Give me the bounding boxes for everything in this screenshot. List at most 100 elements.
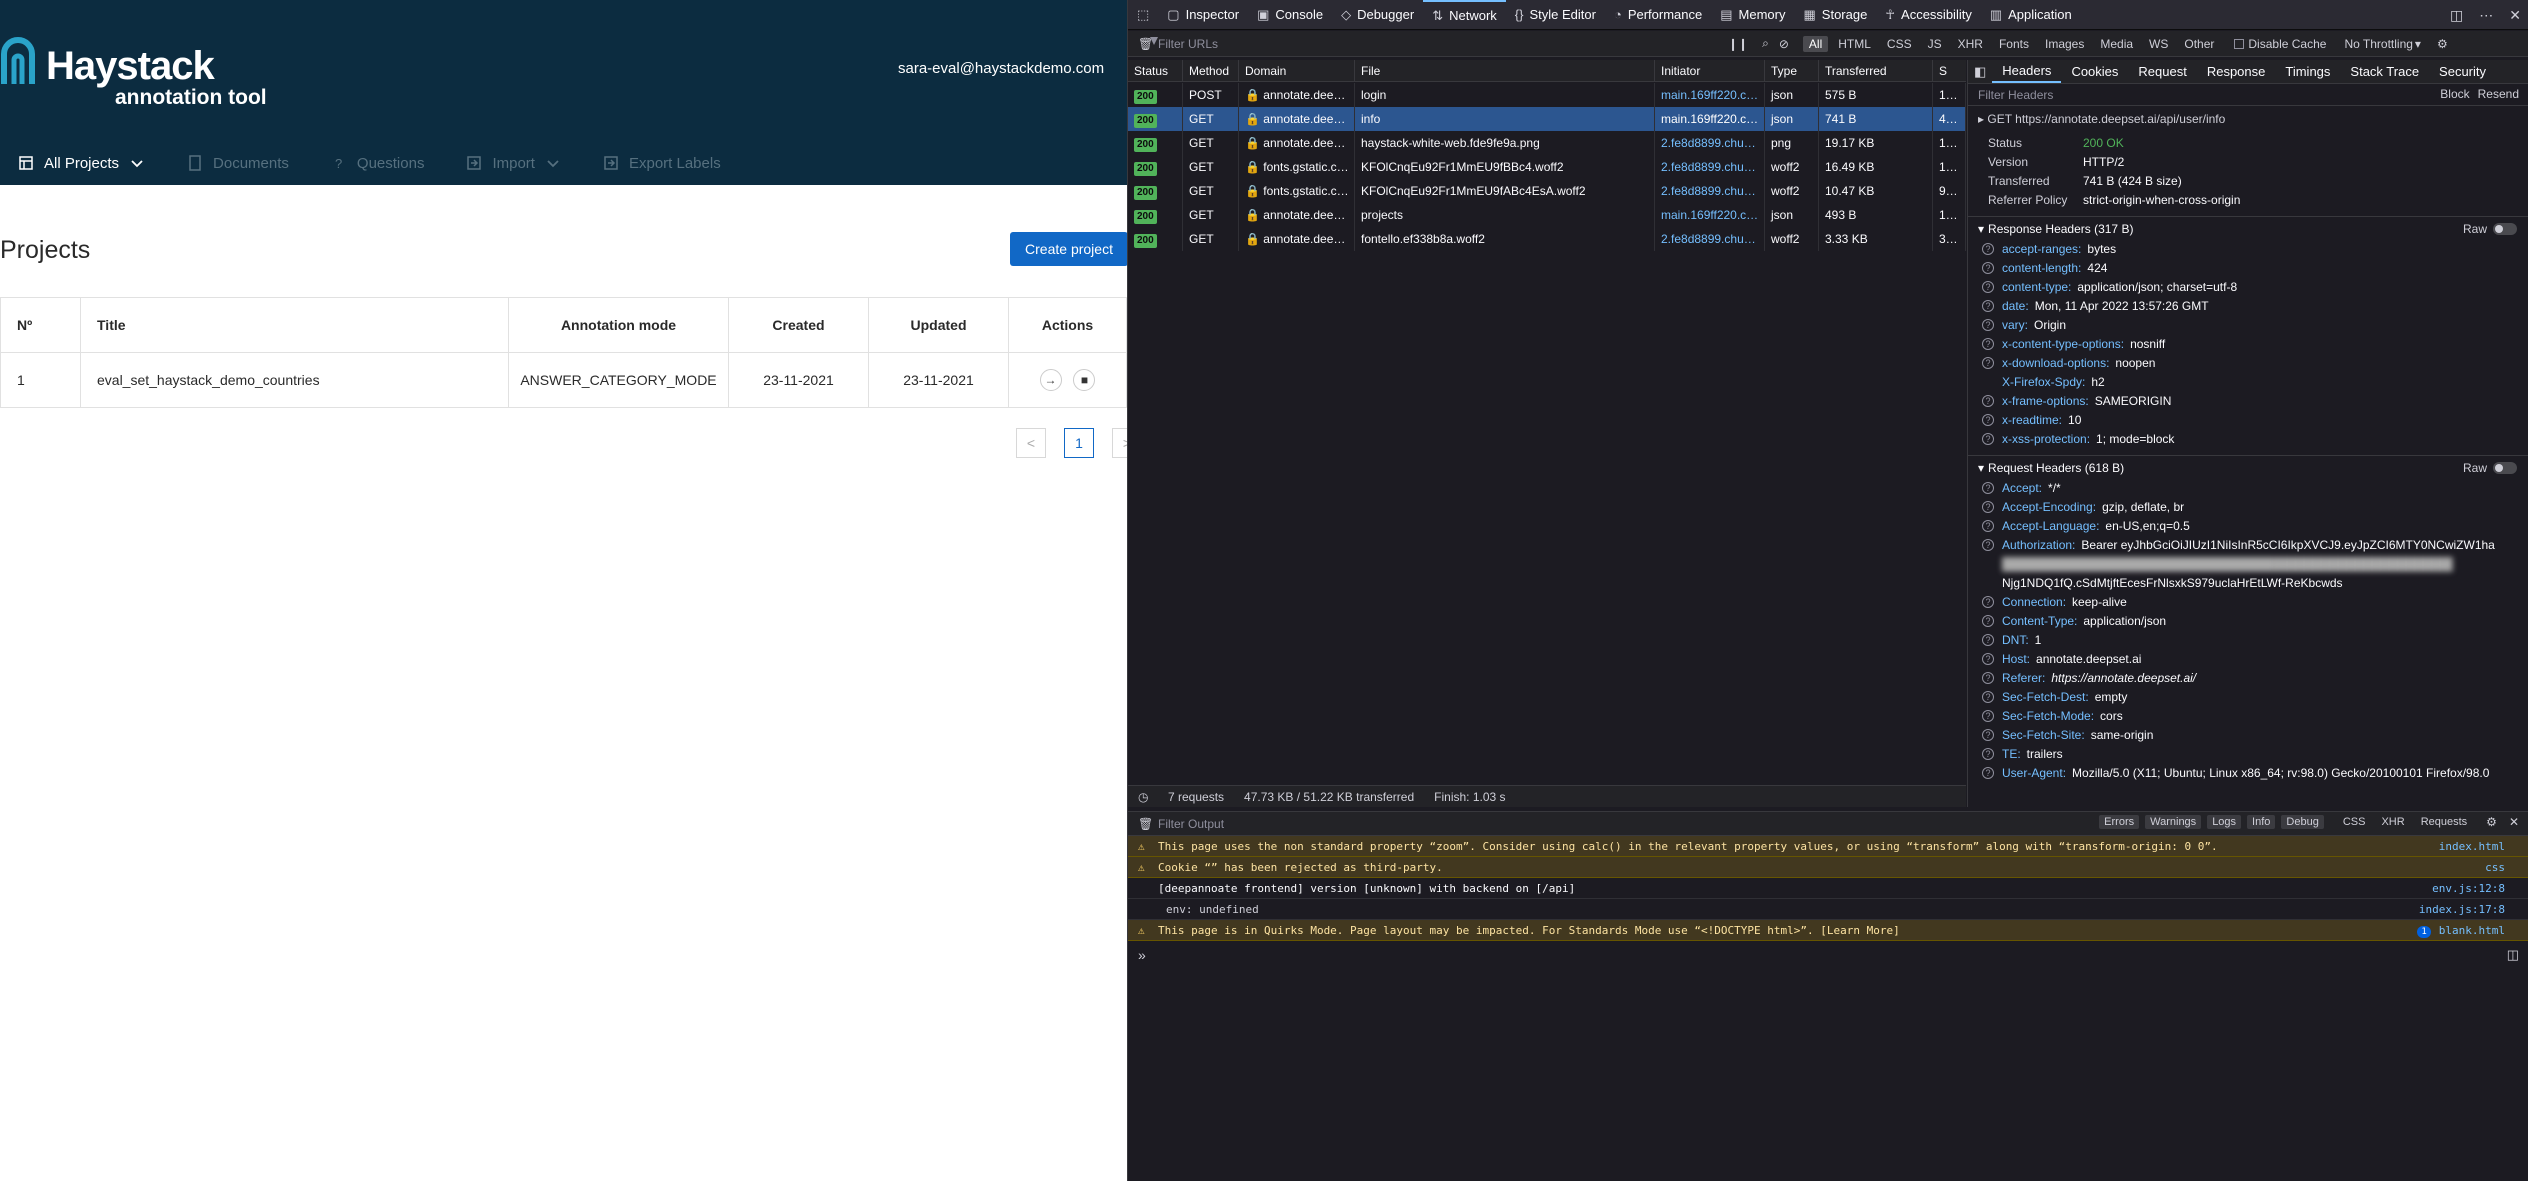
help-icon[interactable]: ? xyxy=(1982,501,1994,513)
tab-console[interactable]: ▣ Console xyxy=(1248,0,1332,30)
help-icon[interactable]: ? xyxy=(1982,243,1994,255)
help-icon[interactable]: ? xyxy=(1982,710,1994,722)
close-icon[interactable]: ✕ xyxy=(2509,7,2521,24)
table-row-selected[interactable]: 200 GET 🔒 annotate.dee… info main.169ff2… xyxy=(1128,107,1966,131)
prev-page-button[interactable]: < xyxy=(1016,428,1046,458)
tab-application[interactable]: ▥ Application xyxy=(1981,0,2081,30)
col-method[interactable]: Method xyxy=(1183,59,1239,82)
table-row[interactable]: 1 eval_set_haystack_demo_countries ANSWE… xyxy=(0,352,1127,408)
cell-initiator[interactable]: main.169ff220.c… xyxy=(1655,107,1765,131)
tab-response[interactable]: Response xyxy=(2197,64,2276,79)
table-row[interactable]: 200 GET 🔒 annotate.dee… fontello.ef338b8… xyxy=(1128,227,1966,251)
filter-other[interactable]: Other xyxy=(2178,36,2220,52)
help-icon[interactable]: ? xyxy=(1982,414,1994,426)
block-button[interactable]: Block xyxy=(2440,87,2469,101)
filter-media[interactable]: Media xyxy=(2094,36,2139,52)
help-icon[interactable]: ? xyxy=(1982,729,1994,741)
help-icon[interactable]: ? xyxy=(1982,262,1994,274)
cell-initiator[interactable]: 2.fe8d8899.chu… xyxy=(1655,227,1765,251)
sidebar-toggle-icon[interactable]: ◧ xyxy=(1968,64,1992,80)
help-icon[interactable]: ? xyxy=(1982,653,1994,665)
pause-icon[interactable]: ❙❙ xyxy=(1728,37,1748,51)
help-icon[interactable]: ? xyxy=(1982,300,1994,312)
dock-icon[interactable]: ◫ xyxy=(2450,7,2463,24)
filter-urls-input[interactable]: Filter URLs xyxy=(1158,37,1728,51)
message-source-link[interactable]: index.html xyxy=(2439,836,2505,857)
help-icon[interactable]: ? xyxy=(1982,615,1994,627)
help-icon[interactable]: ? xyxy=(1982,596,1994,608)
col-initiator[interactable]: Initiator xyxy=(1655,59,1765,82)
message-source-link[interactable]: index.js:17:8 xyxy=(2419,899,2505,920)
filter-all[interactable]: All xyxy=(1802,35,1829,52)
help-icon[interactable]: ? xyxy=(1982,395,1994,407)
tab-performance[interactable]: ◔ Performance xyxy=(1605,0,1711,30)
col-size[interactable]: S xyxy=(1933,60,1966,82)
disable-cache-checkbox[interactable]: Disable Cache xyxy=(2234,37,2326,51)
tab-timings[interactable]: Timings xyxy=(2275,64,2340,79)
tab-accessibility[interactable]: ☥ Accessibility xyxy=(1876,0,1981,30)
help-icon[interactable]: ? xyxy=(1982,539,1994,551)
trash-icon[interactable]: 🗑 xyxy=(1138,817,1153,831)
filter-warnings[interactable]: Warnings xyxy=(2145,815,2202,829)
message-source-link[interactable]: css xyxy=(2485,857,2505,878)
tab-request[interactable]: Request xyxy=(2128,64,2196,79)
help-icon[interactable]: ? xyxy=(1982,357,1994,369)
page-1-button[interactable]: 1 xyxy=(1064,428,1094,458)
tab-debugger[interactable]: ◇ Debugger xyxy=(1332,0,1423,30)
nav-import[interactable]: Import xyxy=(466,155,561,172)
table-row[interactable]: 200 GET 🔒 fonts.gstatic.c… KFOlCnqEu92Fr… xyxy=(1128,179,1966,203)
tab-storage[interactable]: ▦ Storage xyxy=(1794,0,1876,30)
col-file[interactable]: File xyxy=(1355,59,1655,82)
filter-errors[interactable]: Errors xyxy=(2099,815,2140,829)
filter-css[interactable]: CSS xyxy=(1881,36,1918,52)
help-icon[interactable]: ? xyxy=(1982,672,1994,684)
tab-cookies[interactable]: Cookies xyxy=(2061,64,2128,79)
col-domain[interactable]: Domain xyxy=(1239,59,1355,82)
user-email[interactable]: sara-eval@haystackdemo.com xyxy=(898,60,1104,77)
table-row[interactable]: 200 GET 🔒 fonts.gstatic.c… KFOlCnqEu92Fr… xyxy=(1128,155,1966,179)
nav-export-labels[interactable]: Export Labels xyxy=(603,155,721,172)
raw-toggle[interactable]: Raw xyxy=(2463,222,2517,236)
request-line[interactable]: ▸ GET https://annotate.deepset.ai/api/us… xyxy=(1968,106,2528,132)
block-icon[interactable]: ⊘ xyxy=(1779,37,1789,51)
table-row[interactable]: 200 GET 🔒 annotate.dee… haystack-white-w… xyxy=(1128,131,1966,155)
tab-headers[interactable]: Headers xyxy=(1992,61,2062,83)
nav-questions[interactable]: ? Questions xyxy=(331,155,425,172)
tab-inspector[interactable]: ▢ Inspector xyxy=(1158,0,1248,30)
filter-logs[interactable]: Logs xyxy=(2207,815,2242,829)
col-transferred[interactable]: Transferred xyxy=(1819,59,1933,82)
settings-icon[interactable]: ⚙ xyxy=(2437,37,2448,51)
close-icon[interactable]: ✕ xyxy=(2509,815,2519,829)
cell-initiator[interactable]: main.169ff220.c… xyxy=(1655,83,1765,107)
table-row[interactable]: 200 POST 🔒 annotate.dee… login main.169f… xyxy=(1128,83,1966,107)
filter-xhr[interactable]: XHR xyxy=(2376,815,2409,829)
nav-documents[interactable]: Documents xyxy=(187,155,289,172)
message-source-link[interactable]: env.js:12:8 xyxy=(2432,878,2505,899)
filter-html[interactable]: HTML xyxy=(1832,36,1877,52)
throttling-select[interactable]: No Throttling xyxy=(2344,37,2412,51)
tab-memory[interactable]: ▤ Memory xyxy=(1711,0,1794,30)
cell-initiator[interactable]: 2.fe8d8899.chu… xyxy=(1655,131,1765,155)
console-input[interactable]: » xyxy=(1138,947,1146,963)
element-picker-icon[interactable]: ⬚ xyxy=(1128,0,1158,30)
help-icon[interactable]: ? xyxy=(1982,482,1994,494)
help-icon[interactable]: ? xyxy=(1982,319,1994,331)
help-icon[interactable]: ? xyxy=(1982,433,1994,445)
filter-ws[interactable]: WS xyxy=(2143,36,2174,52)
settings-icon[interactable]: ⚙ xyxy=(2486,815,2497,829)
help-icon[interactable]: ? xyxy=(1982,748,1994,760)
filter-debug[interactable]: Debug xyxy=(2281,815,2324,829)
filter-xhr[interactable]: XHR xyxy=(1952,36,1989,52)
help-icon[interactable]: ? xyxy=(1982,691,1994,703)
cell-initiator[interactable]: 2.fe8d8899.chu… xyxy=(1655,155,1765,179)
col-status[interactable]: Status xyxy=(1128,59,1183,82)
cell-title[interactable]: eval_set_haystack_demo_countries xyxy=(80,352,509,408)
next-page-button[interactable]: > xyxy=(1112,428,1127,458)
response-headers-section[interactable]: ▾ Response Headers (317 B) Raw xyxy=(1968,216,2528,240)
filter-requests[interactable]: Requests xyxy=(2416,815,2472,829)
search-icon[interactable]: ⌕ xyxy=(1762,36,1769,51)
tab-security[interactable]: Security xyxy=(2429,64,2496,79)
nav-all-projects[interactable]: All Projects xyxy=(18,155,145,172)
help-icon[interactable]: ? xyxy=(1982,767,1994,779)
resend-button[interactable]: Resend xyxy=(2478,87,2519,101)
